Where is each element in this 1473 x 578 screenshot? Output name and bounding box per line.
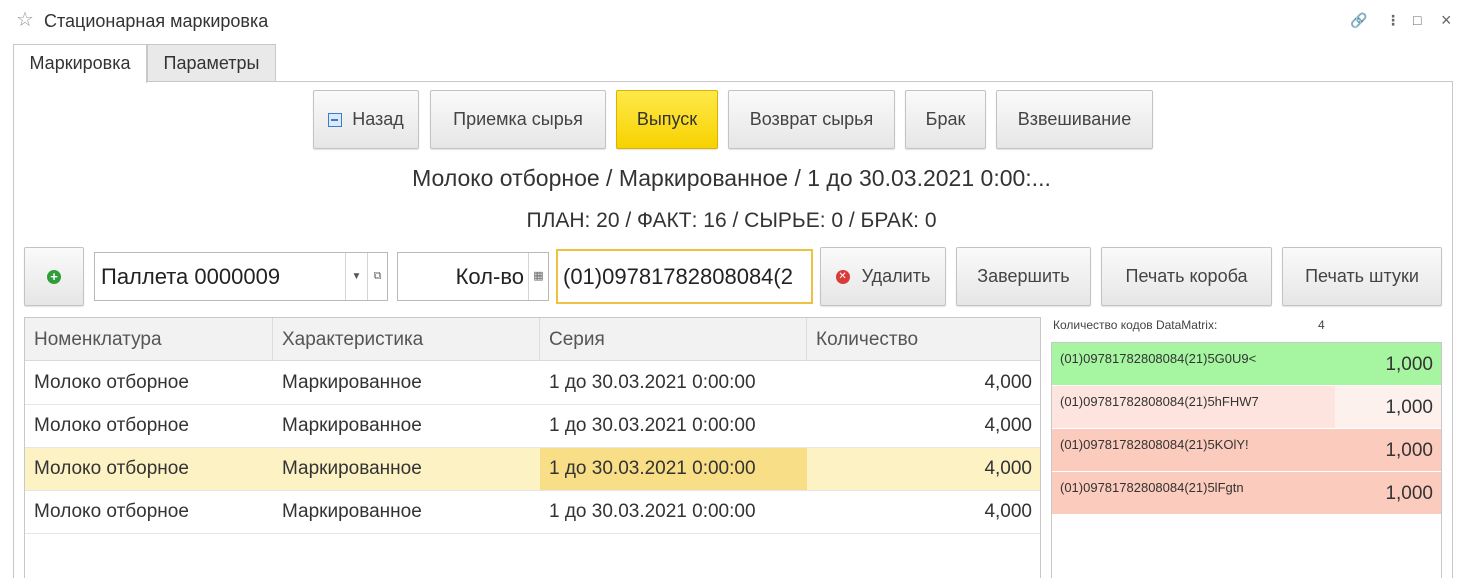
cell-characteristic: Маркированное <box>282 501 422 522</box>
link-icon[interactable]: 🔗 <box>1350 10 1367 30</box>
tab-parameters[interactable]: Параметры <box>147 44 276 82</box>
receiving-button[interactable]: Приемка сырья <box>430 90 606 149</box>
chevron-down-icon[interactable]: ▼ <box>345 253 367 300</box>
pallet-field[interactable]: Паллета 0000009 ▼ ⧉ <box>94 252 388 301</box>
star-icon[interactable]: ☆ <box>16 10 34 30</box>
cell-characteristic: Маркированное <box>282 458 422 479</box>
delete-icon: ✕ <box>835 269 850 284</box>
cell-series: 1 до 30.03.2021 0:00:00 <box>549 415 756 436</box>
datamatrix-code: (01)09781782808084(21)5KOlY! <box>1060 437 1249 452</box>
datamatrix-qty: 1,000 <box>1385 440 1433 461</box>
back-button[interactable]: Назад <box>313 90 419 149</box>
more-icon[interactable]: ⋮ <box>1386 10 1400 30</box>
cell-nomenclature: Молоко отборное <box>34 501 189 522</box>
print-item-button[interactable]: Печать штуки <box>1282 247 1442 306</box>
delete-button[interactable]: ✕ Удалить <box>820 247 946 306</box>
table-header: Номенклатура Характеристика Серия Количе… <box>25 318 1040 361</box>
maximize-icon[interactable]: □ <box>1413 10 1421 30</box>
code-input[interactable]: (01)09781782808084(2 <box>556 249 813 304</box>
table-row[interactable]: Молоко отборное Маркированное 1 до 30.03… <box>25 405 1040 448</box>
cell-nomenclature: Молоко отборное <box>34 415 189 436</box>
title-bar: ☆ Стационарная маркировка 🔗 ⋮ □ × <box>0 0 1473 42</box>
column-header-series[interactable]: Серия <box>540 318 807 361</box>
cell-quantity: 4,000 <box>984 458 1032 479</box>
cell-series: 1 до 30.03.2021 0:00:00 <box>549 372 756 393</box>
cell-quantity: 4,000 <box>984 501 1032 522</box>
plus-icon: + <box>47 269 61 284</box>
open-icon[interactable]: ⧉ <box>367 253 387 300</box>
weighing-button[interactable]: Взвешивание <box>996 90 1153 149</box>
release-button[interactable]: Выпуск <box>616 90 718 149</box>
cell-nomenclature: Молоко отборное <box>34 372 189 393</box>
column-header-quantity[interactable]: Количество <box>807 318 1040 361</box>
quantity-field[interactable]: Кол-во ▦ <box>397 252 549 301</box>
code-value: (01)09781782808084(2 <box>563 264 793 289</box>
datamatrix-qty: 1,000 <box>1335 386 1441 428</box>
list-item[interactable]: (01)09781782808084(21)5hFHW7 1,000 <box>1052 386 1441 429</box>
add-button[interactable]: + <box>24 247 84 306</box>
column-header-nomenclature[interactable]: Номенклатура <box>25 318 273 361</box>
table-row[interactable]: Молоко отборное Маркированное 1 до 30.03… <box>25 491 1040 534</box>
tab-marking[interactable]: Маркировка <box>13 44 147 83</box>
summary-line: ПЛАН: 20 / ФАКТ: 16 / СЫРЬЕ: 0 / БРАК: 0 <box>526 209 937 232</box>
list-item[interactable]: (01)09781782808084(21)5lFgtn 1,000 <box>1052 472 1441 515</box>
items-table[interactable]: Номенклатура Характеристика Серия Количе… <box>24 317 1041 578</box>
cell-quantity: 4,000 <box>984 372 1032 393</box>
datamatrix-code: (01)09781782808084(21)5lFgtn <box>1060 480 1244 495</box>
close-icon[interactable]: × <box>1441 10 1452 30</box>
quantity-placeholder: Кол-во <box>455 264 524 289</box>
list-item[interactable]: (01)09781782808084(21)5KOlY! 1,000 <box>1052 429 1441 472</box>
datamatrix-qty: 1,000 <box>1385 483 1433 504</box>
datamatrix-list[interactable]: (01)09781782808084(21)5G0U9< 1,000 (01)0… <box>1051 342 1442 578</box>
datamatrix-code: (01)09781782808084(21)5G0U9< <box>1060 351 1257 366</box>
cell-quantity: 4,000 <box>984 415 1032 436</box>
column-header-characteristic[interactable]: Характеристика <box>273 318 540 361</box>
cell-characteristic: Маркированное <box>282 415 422 436</box>
cell-series-current: 1 до 30.03.2021 0:00:00 <box>540 448 807 490</box>
table-row-selected[interactable]: Молоко отборное Маркированное 1 до 30.03… <box>25 448 1040 491</box>
table-row[interactable]: Молоко отборное Маркированное 1 до 30.03… <box>25 362 1040 405</box>
finish-button[interactable]: Завершить <box>956 247 1091 306</box>
datamatrix-count-label: Количество кодов DataMatrix: <box>1053 318 1218 332</box>
pallet-value: Паллета 0000009 <box>101 264 281 289</box>
back-icon <box>328 112 343 127</box>
calculator-icon[interactable]: ▦ <box>528 253 548 300</box>
product-line: Молоко отборное / Маркированное / 1 до 3… <box>412 165 1051 191</box>
defect-button[interactable]: Брак <box>905 90 986 149</box>
cell-characteristic: Маркированное <box>282 372 422 393</box>
cell-nomenclature: Молоко отборное <box>34 458 189 479</box>
print-box-button[interactable]: Печать короба <box>1101 247 1272 306</box>
window-title: Стационарная маркировка <box>44 11 269 31</box>
return-button[interactable]: Возврат сырья <box>728 90 895 149</box>
datamatrix-qty: 1,000 <box>1385 354 1433 375</box>
cell-series: 1 до 30.03.2021 0:00:00 <box>549 501 756 522</box>
list-item[interactable]: (01)09781782808084(21)5G0U9< 1,000 <box>1052 343 1441 386</box>
datamatrix-code: (01)09781782808084(21)5hFHW7 <box>1060 394 1259 409</box>
datamatrix-count: 4 <box>1318 318 1325 332</box>
